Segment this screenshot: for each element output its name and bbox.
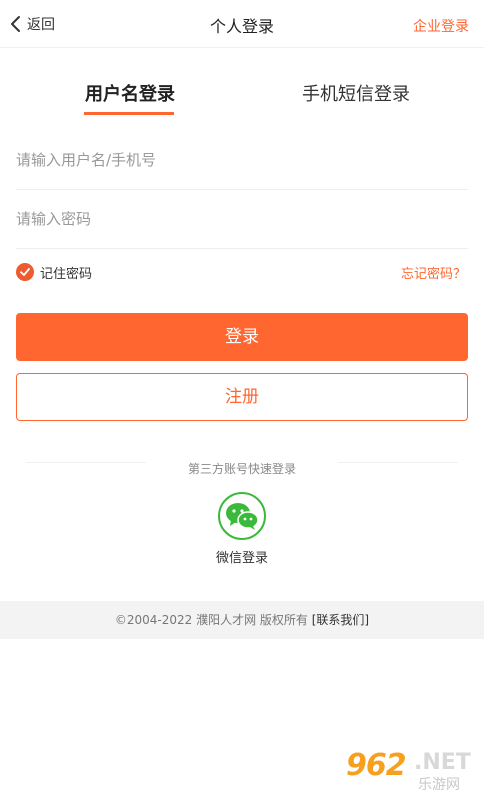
footer: ©2004-2022 濮阳人才网 版权所有 [联系我们] [0,601,484,639]
password-input[interactable] [16,189,468,248]
forgot-password-link[interactable]: 忘记密码？ [401,263,466,282]
watermark-number: 962 [346,748,407,783]
tab-sms-login[interactable]: 手机短信登录 [300,80,412,116]
watermark-logo: 962 .NET 乐游网 [344,748,480,794]
login-button[interactable]: 登录 [16,313,468,361]
wechat-login-label: 微信登录 [215,551,268,566]
tab-username-login[interactable]: 用户名登录 [84,80,176,116]
watermark-cn: 乐游网 [418,777,460,793]
username-field [16,130,468,190]
page-title: 个人登录 [209,17,274,36]
check-circle-icon [16,263,34,281]
register-button[interactable]: 注册 [16,373,468,421]
third-party-login-label: 第三方账号快速登录 [187,462,296,476]
contact-us-link[interactable]: [联系我们] [312,613,369,627]
top-nav-bar: 返回 个人登录 企业登录 [0,0,484,48]
enterprise-login-link[interactable]: 企业登录 [413,16,469,36]
username-input[interactable] [16,130,468,189]
copyright-text: ©2004-2022 濮阳人才网 版权所有 [114,613,312,627]
remember-password-label: 记住密码 [40,266,93,282]
wechat-icon [226,503,259,530]
watermark-suffix: .NET [414,750,471,775]
password-field [16,189,468,249]
remember-password-checkbox[interactable]: 记住密码 [16,262,92,282]
wechat-login-button[interactable] [218,492,266,540]
active-tab-indicator [84,112,174,115]
